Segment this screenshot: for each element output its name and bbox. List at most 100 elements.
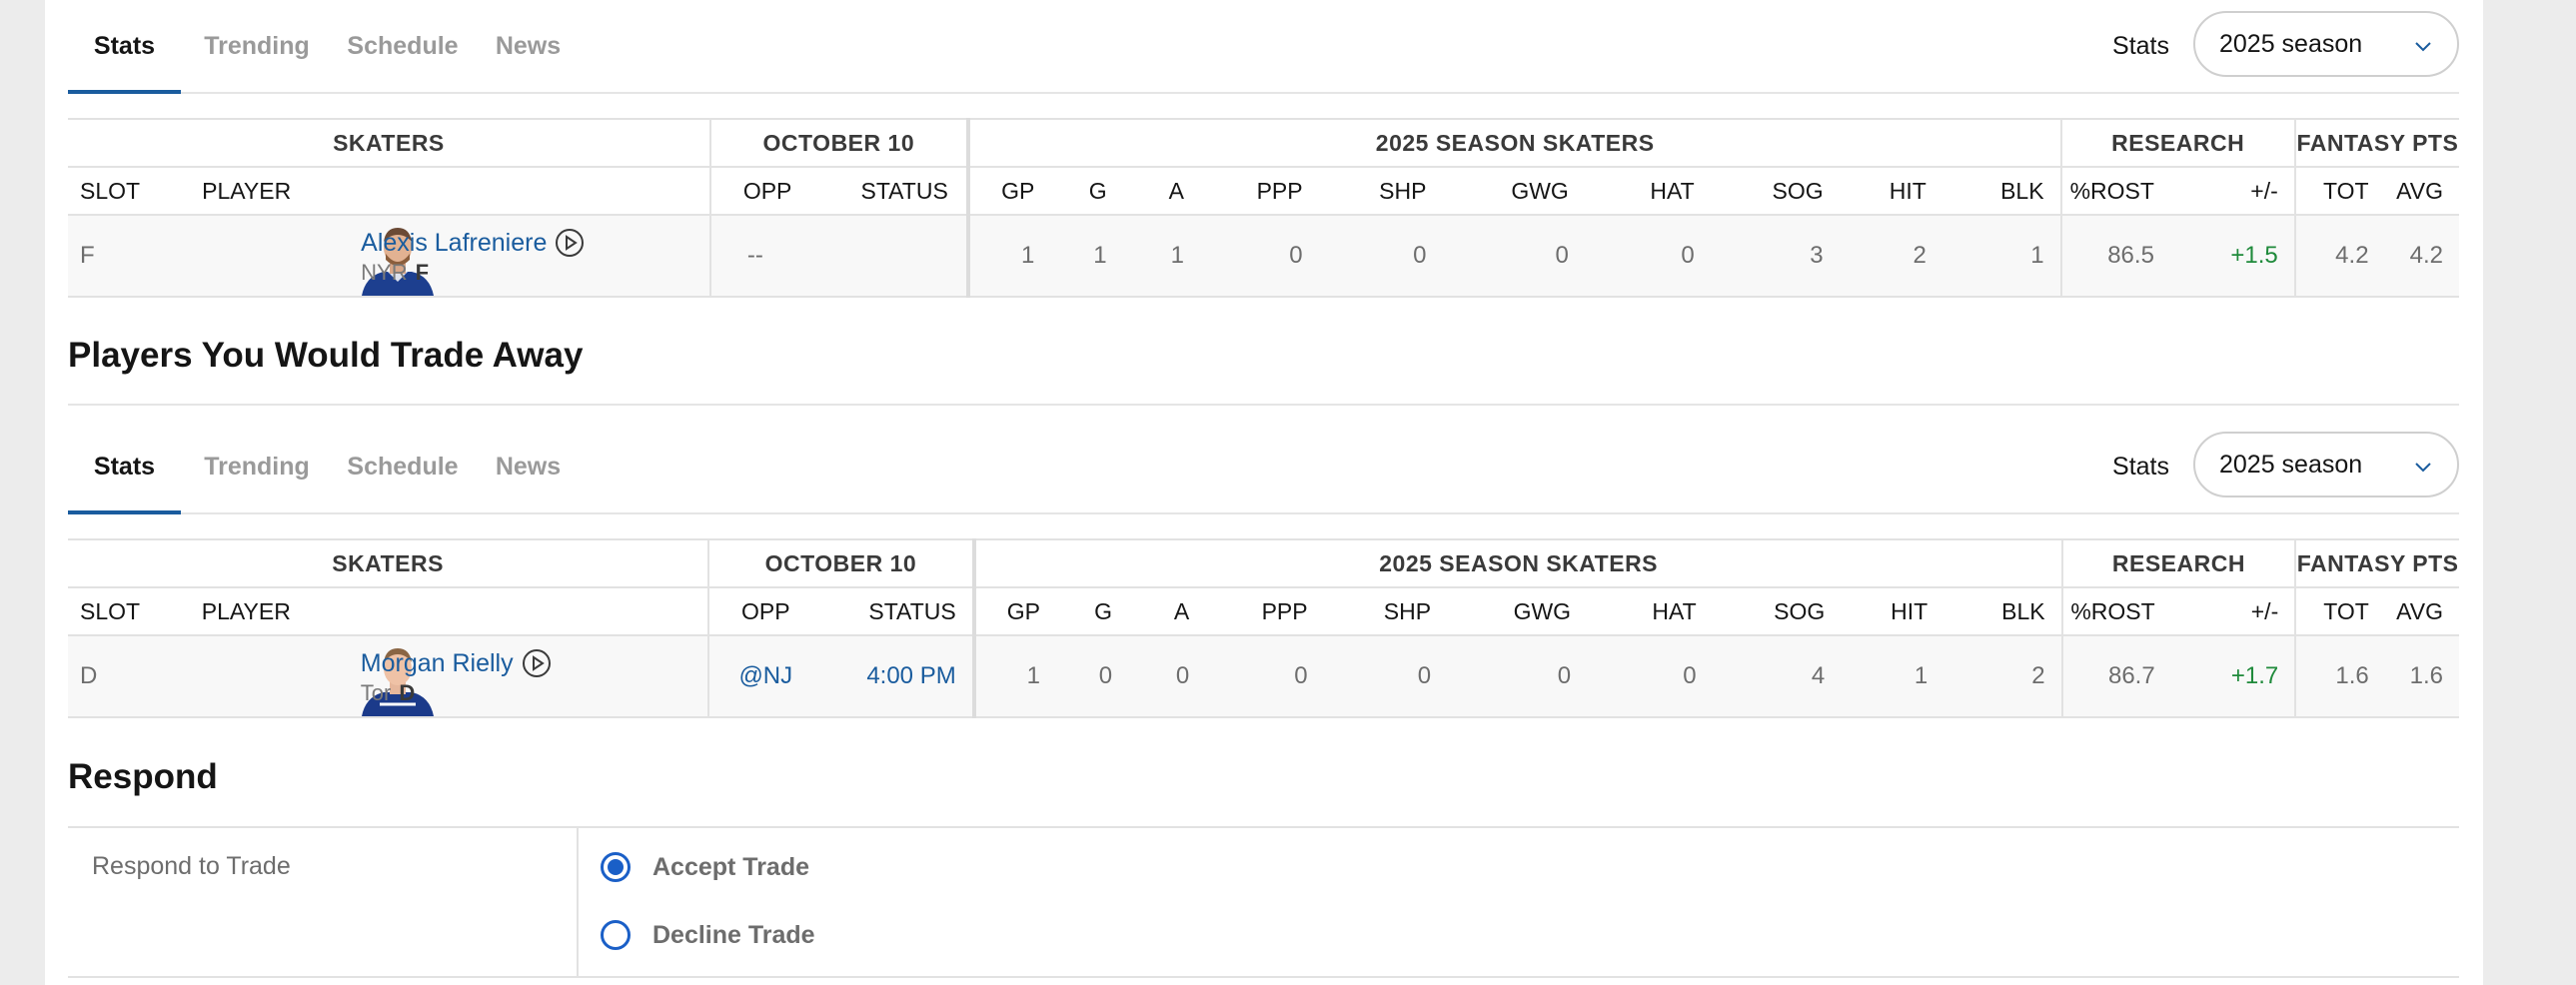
- tab-trending[interactable]: Trending: [196, 421, 318, 512]
- player-name-link[interactable]: Alexis Lafreniere: [361, 229, 547, 258]
- tab-news[interactable]: News: [486, 0, 571, 92]
- col-a[interactable]: A: [1128, 587, 1206, 636]
- accept-trade-option[interactable]: Accept Trade: [601, 852, 809, 882]
- hit-cell: 1: [1841, 635, 1944, 718]
- col-hat[interactable]: HAT: [1584, 167, 1711, 216]
- col-tot[interactable]: TOT: [2294, 587, 2385, 636]
- col-ppp[interactable]: PPP: [1199, 167, 1319, 216]
- hat-cell: 0: [1584, 215, 1711, 298]
- tab-schedule[interactable]: Schedule: [338, 0, 468, 92]
- col-hit[interactable]: HIT: [1839, 167, 1942, 216]
- decline-trade-option[interactable]: Decline Trade: [601, 920, 815, 950]
- trade-away-stats-table: SKATERS OCTOBER 10 2025 SEASON SKATERS R…: [68, 538, 2459, 718]
- a-cell: 0: [1128, 635, 1206, 718]
- col-slot[interactable]: SLOT: [68, 587, 202, 636]
- chevron-down-icon: [2415, 463, 2431, 473]
- col-opp[interactable]: OPP: [707, 587, 822, 636]
- blk-cell: 1: [1941, 215, 2061, 298]
- plusminus-cell: +1.5: [2169, 215, 2295, 298]
- col-sog[interactable]: SOG: [1710, 167, 1840, 216]
- col-rost[interactable]: %ROST: [2060, 587, 2171, 636]
- opp-cell: --: [708, 215, 824, 298]
- col-hit[interactable]: HIT: [1841, 587, 1944, 636]
- col-a[interactable]: A: [1122, 167, 1200, 216]
- col-status[interactable]: STATUS: [821, 587, 974, 636]
- accept-trade-radio[interactable]: [601, 852, 631, 882]
- decline-trade-radio[interactable]: [601, 920, 631, 950]
- tab-stats[interactable]: Stats: [68, 0, 181, 94]
- col-gp[interactable]: GP: [965, 167, 1051, 216]
- season-select[interactable]: 2025 season: [2193, 11, 2459, 77]
- player-meta: NYR F: [361, 260, 585, 286]
- col-ppp[interactable]: PPP: [1205, 587, 1324, 636]
- player-name-link[interactable]: Morgan Rielly: [361, 649, 514, 678]
- col-avg[interactable]: AVG: [2384, 167, 2459, 216]
- col-status[interactable]: STATUS: [823, 167, 968, 216]
- season-select[interactable]: 2025 season: [2193, 432, 2459, 497]
- play-circle-icon[interactable]: [522, 648, 552, 678]
- rost-cell: 86.5: [2059, 215, 2170, 298]
- group-fantasy: FANTASY PTS: [2294, 538, 2459, 588]
- col-hat[interactable]: HAT: [1587, 587, 1713, 636]
- tab-trending[interactable]: Trending: [196, 0, 318, 92]
- col-gp[interactable]: GP: [971, 587, 1057, 636]
- player-info: Morgan Rielly Tor D: [361, 648, 552, 706]
- tab-news[interactable]: News: [486, 421, 571, 512]
- trade-away-block: Stats Trending Schedule News Stats 2025 …: [68, 421, 2459, 718]
- player-cell: Alexis Lafreniere NYR F: [202, 215, 710, 298]
- col-player[interactable]: PLAYER: [202, 167, 710, 216]
- col-player[interactable]: PLAYER: [201, 587, 709, 636]
- col-g[interactable]: G: [1050, 167, 1123, 216]
- col-plusminus[interactable]: +/-: [2170, 587, 2296, 636]
- col-gwg[interactable]: GWG: [1442, 167, 1585, 216]
- group-season: 2025 SEASON SKATERS: [971, 538, 2062, 588]
- player-team: NYR: [361, 260, 408, 285]
- player-position: F: [415, 260, 430, 285]
- hat-cell: 0: [1587, 635, 1713, 718]
- tab-bar: Stats Trending Schedule News Stats 2025 …: [68, 0, 2459, 94]
- slot-cell: F: [68, 215, 203, 298]
- tab-stats[interactable]: Stats: [68, 421, 181, 514]
- col-blk[interactable]: BLK: [1941, 167, 2061, 216]
- sog-cell: 3: [1710, 215, 1840, 298]
- shp-cell: 0: [1323, 635, 1448, 718]
- col-plusminus[interactable]: +/-: [2169, 167, 2295, 216]
- gwg-cell: 0: [1442, 215, 1585, 298]
- acquire-block: Stats Trending Schedule News Stats 2025 …: [68, 0, 2459, 298]
- respond-divider: [577, 828, 579, 976]
- trade-away-title: Players You Would Trade Away: [68, 336, 2459, 406]
- chevron-down-icon: [2415, 42, 2431, 52]
- table-row: D Morgan Rielly Tor D @NJ 4:00 PM 1 0 0 …: [68, 635, 2459, 718]
- blk-cell: 2: [1943, 635, 2062, 718]
- respond-form: Respond to Trade Accept Trade Decline Tr…: [68, 826, 2459, 978]
- opp-link[interactable]: @NJ: [707, 635, 822, 718]
- tot-cell: 4.2: [2293, 215, 2385, 298]
- accept-trade-label[interactable]: Accept Trade: [652, 853, 809, 882]
- g-cell: 1: [1050, 215, 1123, 298]
- col-gwg[interactable]: GWG: [1447, 587, 1588, 636]
- respond-title: Respond: [68, 757, 218, 796]
- col-slot[interactable]: SLOT: [68, 167, 203, 216]
- col-rost[interactable]: %ROST: [2059, 167, 2170, 216]
- col-opp[interactable]: OPP: [708, 167, 824, 216]
- col-shp[interactable]: SHP: [1318, 167, 1443, 216]
- status-link[interactable]: 4:00 PM: [821, 635, 974, 718]
- decline-trade-label[interactable]: Decline Trade: [652, 921, 815, 950]
- player-meta: Tor D: [361, 680, 552, 706]
- ppp-cell: 0: [1199, 215, 1319, 298]
- col-tot[interactable]: TOT: [2293, 167, 2385, 216]
- group-fantasy: FANTASY PTS: [2293, 118, 2459, 168]
- col-avg[interactable]: AVG: [2384, 587, 2459, 636]
- group-skaters: SKATERS: [68, 118, 710, 168]
- tab-schedule[interactable]: Schedule: [338, 421, 468, 512]
- group-skaters: SKATERS: [68, 538, 709, 588]
- tot-cell: 1.6: [2294, 635, 2385, 718]
- play-circle-icon[interactable]: [555, 228, 585, 258]
- col-sog[interactable]: SOG: [1712, 587, 1842, 636]
- col-shp[interactable]: SHP: [1323, 587, 1448, 636]
- col-blk[interactable]: BLK: [1943, 587, 2062, 636]
- player-team: Tor: [360, 680, 392, 705]
- group-header-row: SKATERS OCTOBER 10 2025 SEASON SKATERS R…: [68, 118, 2459, 168]
- stats-select-label: Stats: [2112, 452, 2169, 481]
- col-g[interactable]: G: [1056, 587, 1129, 636]
